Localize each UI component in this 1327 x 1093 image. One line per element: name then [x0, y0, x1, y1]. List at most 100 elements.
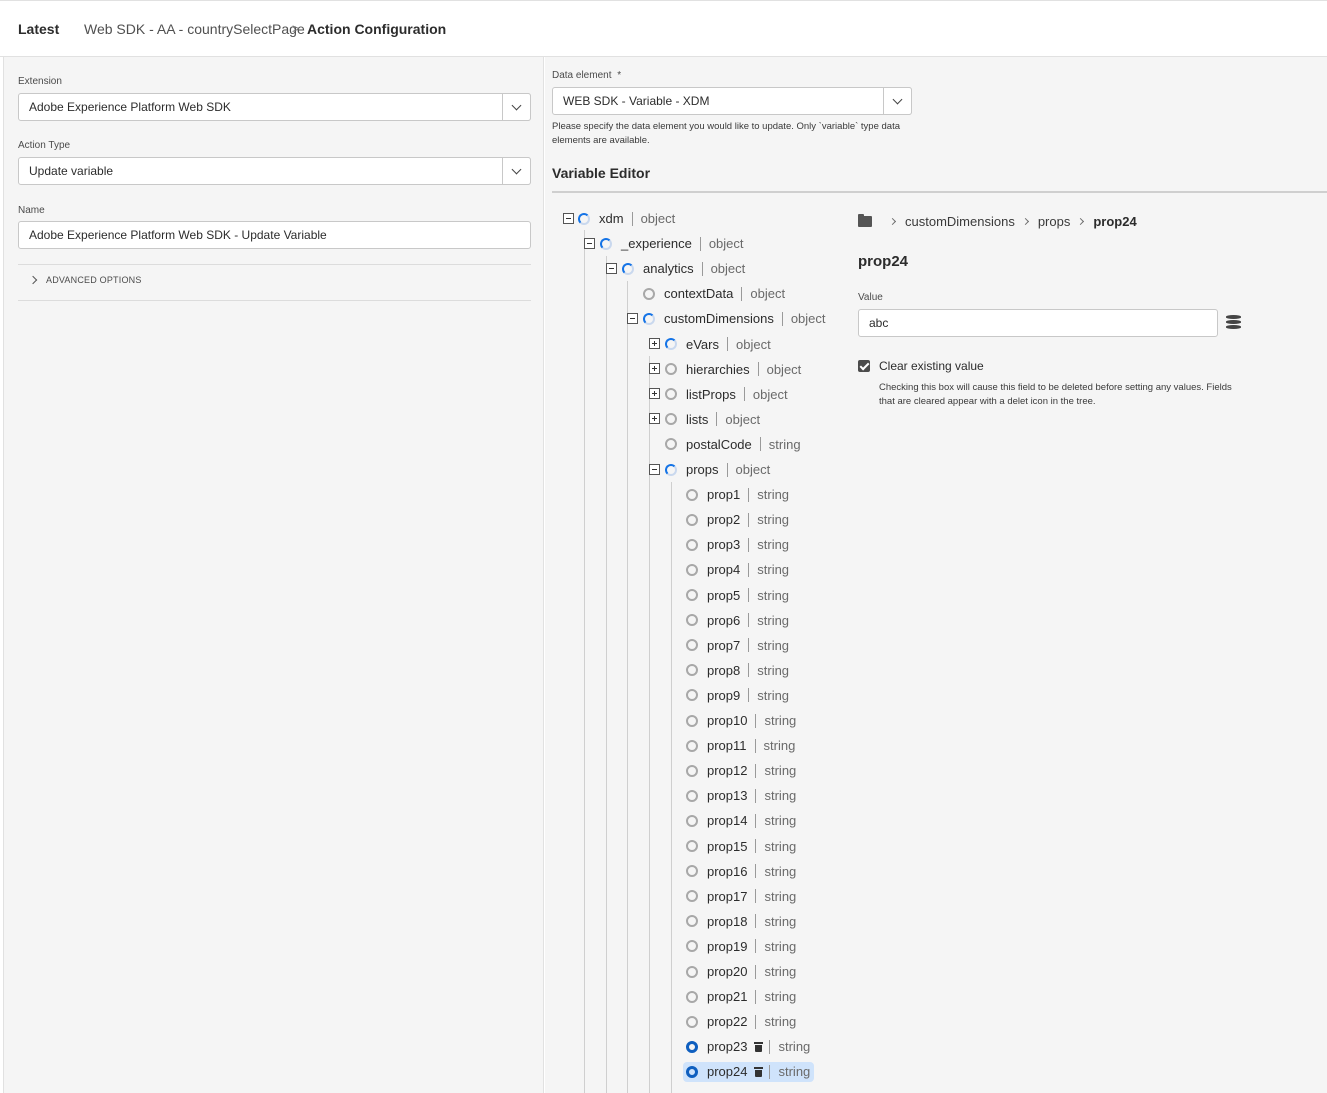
node-name: prop2: [707, 512, 741, 528]
node-type: string: [757, 612, 790, 628]
chevron-down-icon: [511, 100, 522, 110]
chevron-down-icon: [511, 164, 522, 174]
tree-node-analytics[interactable]: analytics object: [622, 259, 745, 279]
tree-node-prop9[interactable]: prop9 string: [686, 685, 789, 705]
tree-node-props[interactable]: props object: [665, 460, 770, 480]
expand-icon[interactable]: [649, 413, 660, 425]
tree-node-hierarchies[interactable]: hierarchies object: [665, 359, 801, 379]
tree-node-prop6[interactable]: prop6 string: [686, 610, 789, 630]
clear-existing-value-label[interactable]: Clear existing value: [879, 359, 984, 373]
node-status-icon: [622, 262, 634, 275]
node-separator: [757, 362, 759, 377]
node-separator: [754, 738, 756, 753]
node-name: prop22: [707, 1014, 748, 1030]
node-name: xdm: [599, 211, 624, 226]
tree-node-customDimensions[interactable]: customDimensions object: [643, 309, 826, 329]
tree-node-prop12[interactable]: prop12 string: [686, 761, 796, 781]
tree-node-prop10[interactable]: prop10 string: [686, 711, 796, 731]
tree-node-xdm[interactable]: xdm object: [578, 209, 675, 229]
chevron-down-icon: [892, 94, 903, 104]
breadcrumb-item[interactable]: customDimensions: [905, 214, 1015, 229]
name-input[interactable]: Adobe Experience Platform Web SDK - Upda…: [18, 221, 531, 249]
node-separator: [716, 412, 718, 427]
advanced-options-toggle[interactable]: ADVANCED OPTIONS: [28, 275, 142, 285]
node-separator: [755, 889, 757, 904]
breadcrumb-rule-name[interactable]: Web SDK - AA - countrySelectPage: [84, 21, 305, 37]
tree-node-postalCode[interactable]: postalCode string: [665, 434, 801, 454]
tree-node-eVars[interactable]: eVars object: [665, 334, 771, 354]
expand-icon[interactable]: [649, 363, 660, 375]
data-element-select[interactable]: WEB SDK - Variable - XDM: [552, 87, 912, 115]
extension-select[interactable]: Adobe Experience Platform Web SDK: [18, 93, 531, 121]
tree-node-prop17[interactable]: prop17 string: [686, 886, 796, 906]
collapse-icon[interactable]: [649, 463, 660, 475]
value-input[interactable]: abc: [858, 309, 1218, 337]
extension-dropdown-button[interactable]: [502, 93, 531, 121]
extension-label: Extension: [18, 76, 62, 87]
tree-node-prop2[interactable]: prop2 string: [686, 510, 789, 530]
latest-label[interactable]: Latest: [18, 21, 59, 37]
node-separator: [769, 1039, 771, 1054]
tree-node-prop23[interactable]: prop23 string: [686, 1037, 810, 1057]
chevron-right-icon: [28, 275, 38, 285]
tree-node-prop19[interactable]: prop19 string: [686, 936, 796, 956]
folder-icon[interactable]: [858, 214, 872, 227]
action-type-value: Update variable: [29, 164, 114, 178]
node-type: string: [764, 913, 797, 929]
node-name: _experience: [621, 236, 692, 252]
node-status-icon: [686, 764, 698, 777]
chevron-right-icon: [888, 217, 897, 226]
node-type: object: [736, 336, 771, 352]
node-status-icon: [686, 814, 698, 827]
tree-node-prop3[interactable]: prop3 string: [686, 535, 789, 555]
node-type: object: [750, 286, 786, 302]
tree-node-prop20[interactable]: prop20 string: [686, 962, 796, 982]
node-separator: [701, 261, 703, 276]
tree-node-prop13[interactable]: prop13 string: [686, 786, 796, 806]
tree-node-listProps[interactable]: listProps object: [665, 384, 788, 404]
node-name: analytics: [643, 261, 694, 277]
breadcrumb-item[interactable]: props: [1038, 214, 1071, 229]
expand-icon[interactable]: [649, 388, 660, 400]
tree-node-prop7[interactable]: prop7 string: [686, 635, 789, 655]
tree-node-prop8[interactable]: prop8 string: [686, 660, 789, 680]
tree-node-contextData[interactable]: contextData object: [643, 284, 785, 304]
node-name: prop23: [707, 1039, 748, 1055]
expand-icon[interactable]: [649, 338, 660, 349]
tree-node-experience[interactable]: _experience object: [600, 234, 744, 254]
tree-node-prop18[interactable]: prop18 string: [686, 911, 796, 931]
tree-node-prop5[interactable]: prop5 string: [686, 585, 789, 605]
collapse-icon[interactable]: [606, 262, 617, 274]
tree-node-prop1[interactable]: prop1 string: [686, 485, 789, 505]
collapse-icon[interactable]: [563, 212, 574, 224]
tree-node-prop16[interactable]: prop16 string: [686, 861, 796, 881]
data-element-picker-icon[interactable]: [1226, 315, 1241, 329]
node-separator: [748, 638, 750, 653]
tree-node-lists[interactable]: lists object: [665, 409, 760, 429]
node-type: string: [763, 738, 796, 754]
node-type: string: [757, 687, 790, 703]
action-type-select[interactable]: Update variable: [18, 157, 531, 185]
value-text: abc: [869, 316, 889, 330]
tree-node-prop24[interactable]: prop24 string: [683, 1061, 815, 1082]
tree-node-prop4[interactable]: prop4 string: [686, 560, 789, 580]
node-type: string: [778, 1039, 811, 1055]
action-type-dropdown-button[interactable]: [502, 157, 531, 185]
node-status-icon: [665, 413, 677, 426]
collapse-icon[interactable]: [584, 237, 595, 249]
tree-node-prop11[interactable]: prop11 string: [686, 736, 795, 756]
divider: [552, 191, 1327, 193]
tree-node-prop15[interactable]: prop15 string: [686, 836, 796, 856]
tree-node-prop21[interactable]: prop21 string: [686, 987, 796, 1007]
tree-node-prop14[interactable]: prop14 string: [686, 811, 796, 831]
node-type: string: [764, 863, 797, 879]
collapse-icon[interactable]: [627, 312, 638, 324]
node-type: object: [725, 411, 761, 427]
node-name: eVars: [686, 336, 719, 352]
node-name: prop24: [707, 1064, 748, 1080]
data-element-dropdown-button[interactable]: [883, 87, 912, 115]
clear-existing-value-checkbox[interactable]: [858, 360, 870, 372]
tree-node-prop22[interactable]: prop22 string: [686, 1012, 796, 1032]
node-type: string: [757, 637, 790, 653]
action-type-label: Action Type: [18, 140, 71, 151]
